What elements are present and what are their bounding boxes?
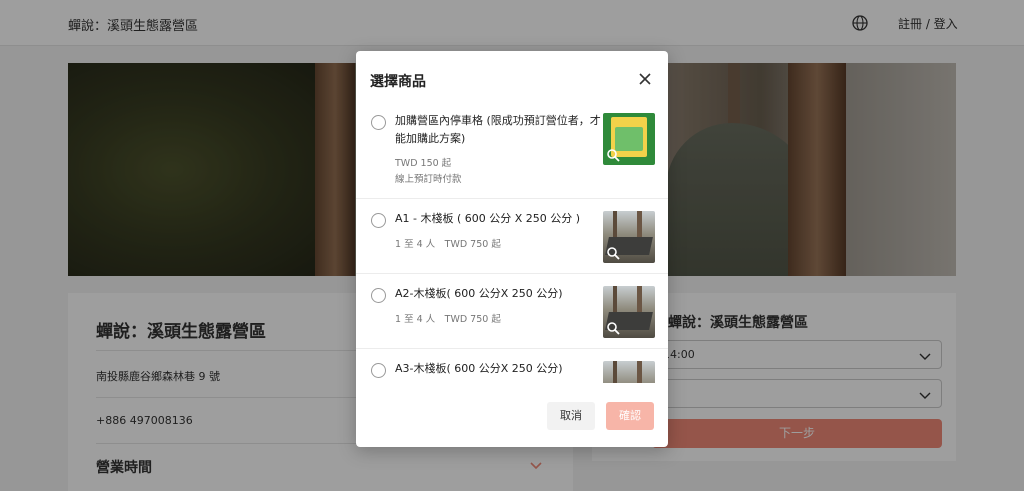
zoom-icon[interactable] <box>606 246 620 260</box>
product-thumbnail[interactable] <box>603 211 655 263</box>
product-name: 加購營區內停車格 (限成功預訂營位者，才能加購此方案) <box>395 114 601 145</box>
product-name: A1 - 木棧板 ( 600 公分 X 250 公分 ) <box>395 212 581 225</box>
product-name: A2-木棧板( 600 公分X 250 公分) <box>395 287 563 300</box>
product-thumbnail[interactable] <box>603 286 655 338</box>
select-product-modal: 選擇商品 加購營區內停車格 (限成功預訂營位者，才能加購此方案) TWD 150… <box>356 51 668 447</box>
product-payment-note: 線上預訂時付款 <box>395 174 462 185</box>
product-name: A3-木棧板( 600 公分X 250 公分) <box>395 362 563 375</box>
product-radio[interactable] <box>371 115 386 130</box>
product-list[interactable]: 加購營區內停車格 (限成功預訂營位者，才能加購此方案) TWD 150 起 線上… <box>356 101 668 383</box>
product-thumbnail[interactable] <box>603 113 655 165</box>
product-capacity-price: 1 至 4 人 TWD 750 起 <box>395 314 501 325</box>
product-radio[interactable] <box>371 213 386 228</box>
product-capacity-price: 1 至 4 人 TWD 750 起 <box>395 239 501 250</box>
confirm-button[interactable]: 確認 <box>606 402 654 430</box>
product-radio[interactable] <box>371 363 386 378</box>
product-price: TWD 150 起 <box>395 158 452 169</box>
product-item[interactable]: A3-木棧板( 600 公分X 250 公分) <box>356 349 668 383</box>
modal-title: 選擇商品 <box>370 74 426 90</box>
product-item[interactable]: A2-木棧板( 600 公分X 250 公分) 1 至 4 人 TWD 750 … <box>356 274 668 349</box>
product-item[interactable]: A1 - 木棧板 ( 600 公分 X 250 公分 ) 1 至 4 人 TWD… <box>356 199 668 274</box>
close-icon[interactable] <box>638 72 652 86</box>
product-thumbnail[interactable] <box>603 361 655 383</box>
cancel-button[interactable]: 取消 <box>547 402 595 430</box>
product-item[interactable]: 加購營區內停車格 (限成功預訂營位者，才能加購此方案) TWD 150 起 線上… <box>356 101 668 199</box>
zoom-icon[interactable] <box>606 321 620 335</box>
product-radio[interactable] <box>371 288 386 303</box>
zoom-icon[interactable] <box>606 148 620 162</box>
